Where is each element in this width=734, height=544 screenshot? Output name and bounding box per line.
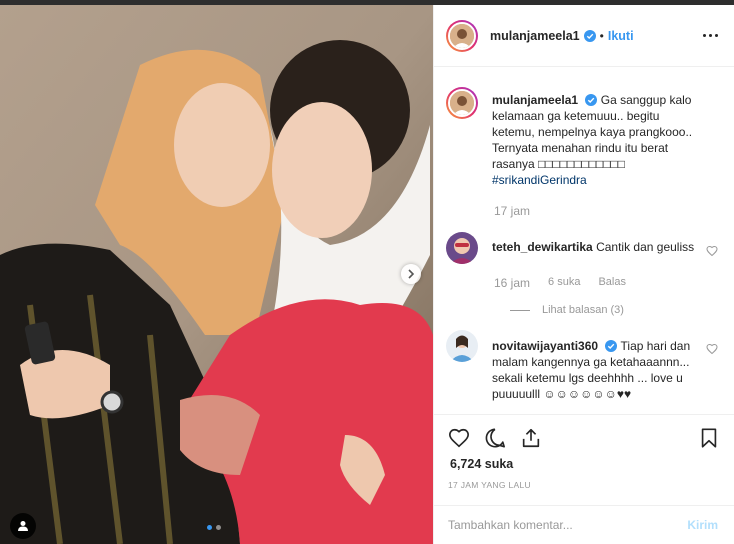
separator-dot: • [599,28,604,43]
user-tag-button[interactable] [10,513,36,539]
post-timestamp[interactable]: 17 JAM YANG LALU [448,480,531,490]
photo-image [0,5,433,544]
more-options-icon[interactable] [703,34,718,37]
chevron-right-icon [408,269,415,279]
post-photo[interactable] [0,5,433,544]
commenter-avatar[interactable] [446,232,478,264]
carousel-indicator [207,525,221,530]
author-avatar[interactable] [446,19,478,52]
post-header: mulanjameela1 • Ikuti [434,5,734,67]
avatar-portrait [450,23,474,48]
action-bar [434,414,734,460]
post-side-panel: mulanjameela1 • Ikuti mulanjameela1 Ga s… [433,5,734,544]
carousel-dot-active [207,525,212,530]
comment-input[interactable] [448,518,688,532]
next-photo-button[interactable] [401,264,421,284]
verified-badge-icon [583,29,596,42]
caption-meta: 17 jam [494,204,718,218]
verified-badge-icon [585,94,598,106]
comment-row: novitawijayanti360 Tiap hari dan malam k… [446,316,718,402]
comments-list: mulanjameela1 Ga sanggup kalo kelamaan g… [434,73,734,413]
comment-username[interactable]: novitawijayanti360 [492,339,598,353]
view-replies-button[interactable]: Lihat balasan (3) [510,304,718,316]
avatar-portrait [446,330,478,362]
avatar-portrait [450,91,474,115]
user-tag-icon [18,521,28,531]
add-comment-bar: Kirim [434,505,734,544]
avatar-portrait [446,232,478,264]
heart-icon[interactable] [706,343,718,355]
bookmark-icon[interactable] [698,427,720,449]
comment-time[interactable]: 16 jam [494,276,530,290]
carousel-dot [216,525,221,530]
heart-icon[interactable] [706,245,718,257]
comment-row: teteh_dewikartika Cantik dan geuliss [446,218,718,264]
commenter-avatar[interactable] [446,330,478,362]
instagram-post: mulanjameela1 • Ikuti mulanjameela1 Ga s… [0,0,734,544]
share-icon[interactable] [520,427,542,449]
caption-row: mulanjameela1 Ga sanggup kalo kelamaan g… [446,73,718,188]
author-username[interactable]: mulanjameela1 [490,29,580,43]
comment-emojis: ☺☺☺☺☺☺♥♥ [543,387,632,401]
comment-likes[interactable]: 6 suka [548,276,580,290]
follow-button[interactable]: Ikuti [608,29,634,43]
replies-divider [510,309,530,311]
comment-text: teteh_dewikartika Cantik dan geuliss [492,239,697,255]
caption-emojis: □□□□□□□□□□□□ [538,157,626,171]
reply-button[interactable]: Balas [598,276,626,290]
heart-icon[interactable] [448,427,470,449]
verified-badge-icon [605,340,618,352]
comment-body: Cantik dan geuliss [596,240,695,254]
post-comment-button[interactable]: Kirim [687,518,718,532]
view-replies-label[interactable]: Lihat balasan (3) [542,304,624,316]
caption-hashtag[interactable]: #srikandiGerindra [492,173,587,187]
like-count[interactable]: 6,724 suka [450,457,513,471]
caption-time[interactable]: 17 jam [494,204,530,218]
comment-text: novitawijayanti360 Tiap hari dan malam k… [492,338,697,402]
caption-text: mulanjameela1 Ga sanggup kalo kelamaan g… [492,92,697,188]
comment-meta: 16 jam 6 suka Balas [494,276,718,290]
caption-avatar[interactable] [446,87,478,119]
comment-bubble-icon[interactable] [484,427,506,449]
avatar-image [448,21,476,50]
caption-username[interactable]: mulanjameela1 [492,93,578,107]
comment-username[interactable]: teteh_dewikartika [492,240,593,254]
